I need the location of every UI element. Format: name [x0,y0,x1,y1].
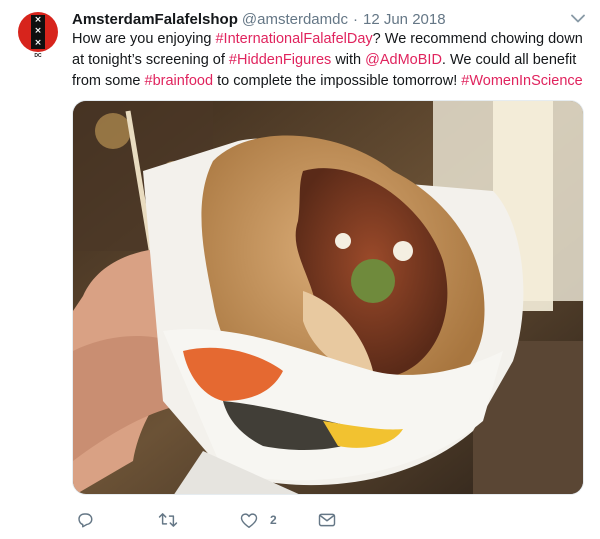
separator-dot: · [352,10,358,28]
retweet-icon [158,511,178,529]
envelope-icon [318,512,336,528]
like-count: 2 [270,513,277,527]
amsterdam-crosses-logo: × × × [31,15,45,49]
tweet-date[interactable]: 12 Jun 2018 [363,11,446,28]
hashtag-women-in-science[interactable]: #WomenInScience [461,73,582,89]
tweet-text: How are you enjoying #InternationalFalaf… [72,29,592,92]
tweet-actions: 2 [72,508,372,532]
cross-mark-3: × [34,37,42,48]
tweet-photo-falafel-pita[interactable] [72,100,584,495]
display-name[interactable]: AmsterdamFalafelshop [72,11,238,28]
cross-mark-1: × [34,15,42,26]
direct-message-button[interactable] [318,512,336,528]
hashtag-hidden-figures[interactable]: #HiddenFigures [229,52,331,68]
avatar-caption: DC [34,53,42,59]
retweet-button[interactable] [158,511,178,529]
avatar-circle: × × × [18,12,58,52]
tweet-header: AmsterdamFalafelshop @amsterdamdc · 12 J… [72,9,572,29]
like-button[interactable]: 2 [240,512,277,529]
chevron-down-icon[interactable] [570,10,586,26]
reply-button[interactable] [76,511,94,529]
text-segment: with [331,52,366,68]
hashtag-international-falafel-day[interactable]: #InternationalFalafelDay [215,31,372,47]
hashtag-brainfood[interactable]: #brainfood [145,73,214,89]
text-segment: to complete the impossible tomorrow! [213,73,462,89]
text-segment: How are you enjoying [72,31,216,47]
tweet[interactable]: × × × DC AmsterdamFalafelshop @amsterdam… [0,0,600,539]
cross-mark-2: × [34,26,42,37]
avatar[interactable]: × × × DC [18,12,58,59]
mention-admobid[interactable]: @AdMoBID [365,52,442,68]
handle[interactable]: @amsterdamdc [242,11,348,28]
heart-icon [240,512,258,529]
reply-icon [76,511,94,529]
